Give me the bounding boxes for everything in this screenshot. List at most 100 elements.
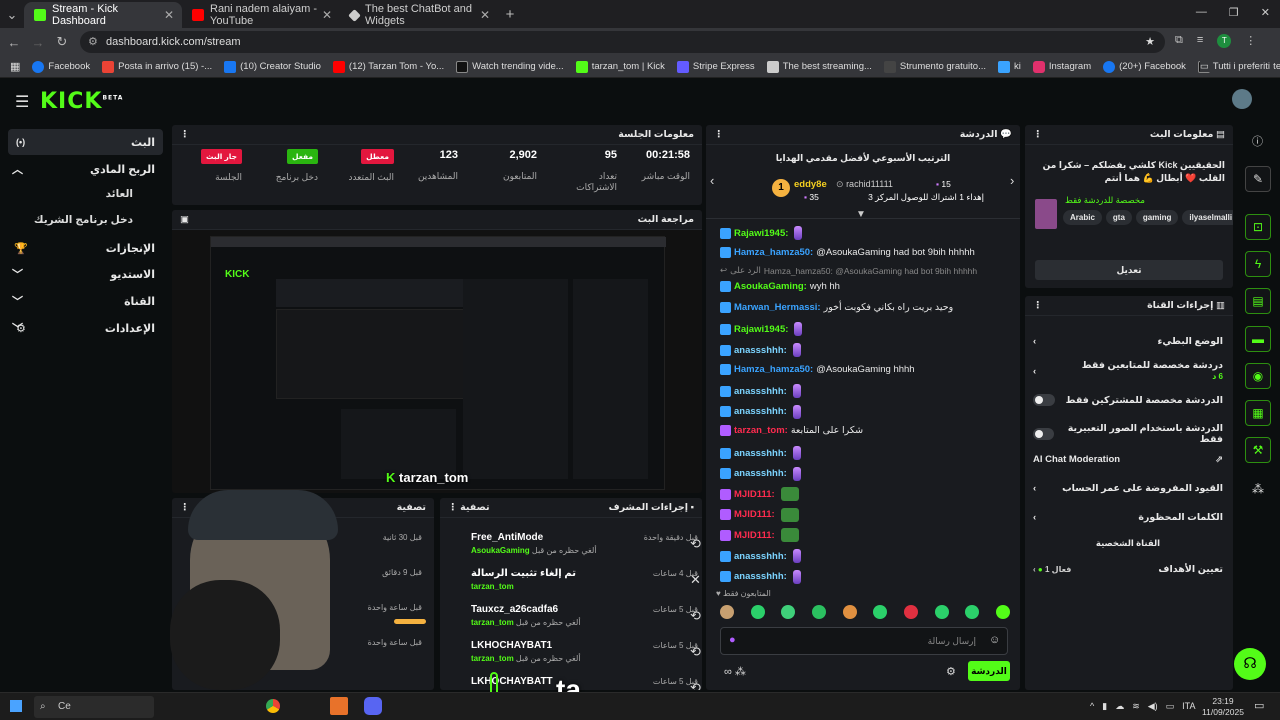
mic-icon[interactable]: ● — [729, 634, 736, 646]
tray-mic-icon[interactable]: ▮ — [1102, 701, 1107, 712]
nav-achievements[interactable]: الإنجازات 🏆 — [8, 235, 163, 261]
chat-message[interactable]: anassshhh: — [720, 549, 801, 563]
kebab-icon[interactable]: ⋮ — [714, 129, 724, 140]
chat-message[interactable]: MJID111: — [720, 528, 799, 543]
chat-username[interactable]: anassshhh: — [734, 406, 787, 417]
bookmark[interactable]: The best streaming... — [766, 60, 872, 73]
chat-input[interactable]: ● إرسال رسالة ☺ — [720, 627, 1008, 655]
chat-message[interactable]: Rajawi1945: — [720, 322, 803, 337]
subscribers-only-row[interactable]: الدردشة مخصصة للمشتركين فقط — [1033, 394, 1223, 406]
chat-message[interactable]: anassshhh: — [720, 446, 801, 460]
emote-only-row[interactable]: الدردشة باستخدام الصور التعبيرية فقط — [1033, 423, 1223, 445]
bookmark[interactable]: Stripe Express — [676, 60, 755, 73]
chat-message[interactable]: Rajawi1945: — [720, 226, 803, 240]
chat-message[interactable]: Marwan_Hermassi: وحيد بريت راه بكاني فكوب… — [720, 301, 953, 313]
chat-username[interactable]: Rajawi1945: — [734, 228, 788, 239]
chat-username[interactable]: MJID111: — [734, 530, 775, 541]
document-icon[interactable]: ▤ — [1245, 288, 1271, 314]
bookmark[interactable]: (10) Creator Studio — [224, 60, 321, 73]
chat-message[interactable]: anassshhh: — [720, 404, 801, 419]
leader-name[interactable]: eddy8e — [794, 179, 827, 190]
tray-onedrive-icon[interactable]: ☁ — [1115, 701, 1124, 712]
tag[interactable]: Arabic — [1063, 210, 1102, 225]
url-input[interactable]: ⚙ dashboard.kick.com/stream ★ — [80, 31, 1165, 53]
bookmark[interactable]: (20+) Facebook — [1103, 60, 1186, 73]
chat-message[interactable]: Hamza_hamza50: @AsoukaGaming hhhh — [720, 363, 915, 375]
tab-kick-dashboard[interactable]: Stream - Kick Dashboard ✕ — [24, 2, 182, 28]
leader-name[interactable]: ⊙ rachid11111 — [836, 179, 893, 190]
emote-only-toggle[interactable] — [1033, 428, 1054, 440]
kick-logo[interactable]: KICKBETA — [40, 89, 123, 114]
leaderboard-prev-icon[interactable]: ‹ — [710, 173, 714, 188]
bookmark[interactable]: Strumento gratuito... — [883, 60, 986, 73]
tab-list-chevron-icon[interactable]: ⌄ — [0, 2, 24, 28]
chat-message[interactable]: anassshhh: — [720, 384, 801, 399]
chat-username[interactable]: Hamza_hamza50: — [734, 247, 813, 258]
chat-message[interactable]: anassshhh: — [720, 343, 801, 357]
chat-username[interactable]: MJID111: — [734, 509, 775, 520]
chat-message[interactable]: Hamza_hamza50: @AsoukaGaming had bot 9bih… — [720, 246, 975, 258]
close-icon[interactable]: ✕ — [164, 8, 174, 22]
tab-youtube[interactable]: Rani nadem alaiyam - YouTube ✕ — [182, 2, 340, 28]
tray-battery-icon[interactable]: ▭ — [1166, 701, 1175, 712]
emote-icon[interactable] — [934, 605, 949, 619]
notifications-icon[interactable]: ▭ — [1254, 699, 1264, 712]
mod-row[interactable]: ⟲ Tauxcz_a26cadfa6 tarzan_tom ألغي حظره … — [448, 602, 701, 636]
chat-username[interactable]: anassshhh: — [734, 468, 787, 479]
tray-wifi-icon[interactable]: ≋ — [1132, 701, 1140, 712]
send-chat-button[interactable]: الدردشة — [968, 661, 1010, 681]
chat-message[interactable]: anassshhh: — [720, 466, 801, 481]
emote-icon[interactable] — [842, 605, 857, 619]
mod-row[interactable]: ⟲ Free_AntiMode AsoukaGaming ألغي حظره م… — [448, 530, 701, 564]
category-name[interactable]: مخصصة للدردشة فقط — [1065, 195, 1145, 206]
support-headset-icon[interactable]: ☊ — [1234, 648, 1266, 680]
menu-kebab-icon[interactable]: ⋮ — [1245, 34, 1256, 48]
printer-icon[interactable]: ▦ — [1245, 400, 1271, 426]
emote-icon[interactable] — [965, 605, 980, 619]
bookmark[interactable]: tarzan_tom | Kick — [575, 60, 665, 73]
crop-icon[interactable]: ⊡ — [1245, 214, 1271, 240]
chat-message[interactable]: AsoukaGaming: wyh hh — [720, 281, 840, 293]
nav-channel[interactable]: القناة ﹀ — [8, 288, 163, 314]
chrome-icon[interactable] — [266, 699, 280, 713]
chat-username[interactable]: Hamza_hamza50: — [734, 364, 813, 375]
bookmark[interactable]: ki — [998, 60, 1021, 73]
chat-username[interactable]: Marwan_Hermassi: — [734, 302, 821, 313]
nav-settings[interactable]: الإعدادات ﹀ ⚙ — [8, 315, 163, 341]
kebab-icon[interactable]: ⋮ — [1033, 300, 1043, 311]
edit-pencil-icon[interactable]: ✎ — [1245, 166, 1271, 192]
banned-words-row[interactable]: الكلمات المحظورة › — [1033, 512, 1223, 523]
language-indicator[interactable]: ITA — [1182, 701, 1195, 712]
profile-avatar[interactable]: T — [1217, 34, 1232, 48]
chat-username[interactable]: anassshhh: — [734, 571, 787, 582]
ai-moderation-row[interactable]: AI Chat Moderation ⇗ — [1033, 454, 1223, 465]
leaderboard-next-icon[interactable]: › — [1010, 173, 1014, 188]
bookmark[interactable]: Posta in arrivo (15) -... — [102, 60, 212, 73]
bookmark[interactable]: Instagram — [1032, 60, 1091, 73]
tag[interactable]: gta — [1105, 210, 1132, 225]
wrench-icon[interactable]: ⚒ — [1245, 437, 1271, 463]
followers-only-row[interactable]: دردشة مخصصة للمتابعين فقط 6 د › — [1033, 360, 1223, 382]
emote-icon[interactable] — [811, 605, 826, 619]
chat-message[interactable]: MJID111: — [720, 507, 799, 522]
chat-username[interactable]: MJID111: — [734, 489, 775, 500]
bookmark[interactable]: Watch trending vide... — [456, 60, 564, 73]
chat-bubble-icon[interactable]: ▬ — [1245, 326, 1271, 352]
mod-row[interactable]: ✕ تم إلغاء تثبيت الرسالة tarzan_tom قبل … — [448, 566, 701, 600]
site-info-icon[interactable]: ⚙ — [88, 31, 98, 53]
tray-up-icon[interactable]: ^ — [1090, 701, 1094, 712]
hamburger-menu-icon[interactable]: ☰ — [15, 92, 29, 112]
media-icon[interactable]: ≡ — [1197, 34, 1203, 48]
minimize-icon[interactable]: — — [1196, 6, 1207, 19]
emote-icon[interactable] — [903, 605, 918, 619]
chat-settings-gear-icon[interactable]: ⚙ — [946, 665, 956, 678]
chat-username[interactable]: anassshhh: — [734, 551, 787, 562]
nav-stream[interactable]: البث (•) — [8, 129, 163, 155]
chat-username[interactable]: Rajawi1945: — [734, 324, 788, 335]
tag[interactable]: ilyaselmalli — [1182, 210, 1233, 225]
emote-icon[interactable] — [873, 605, 888, 619]
back-arrow-icon[interactable]: ← — [2, 35, 26, 50]
infinity-icon[interactable]: ∞ ⁂ — [724, 665, 746, 678]
emote-icon[interactable] — [995, 605, 1010, 619]
nav-revenue[interactable]: العائد — [8, 182, 163, 206]
